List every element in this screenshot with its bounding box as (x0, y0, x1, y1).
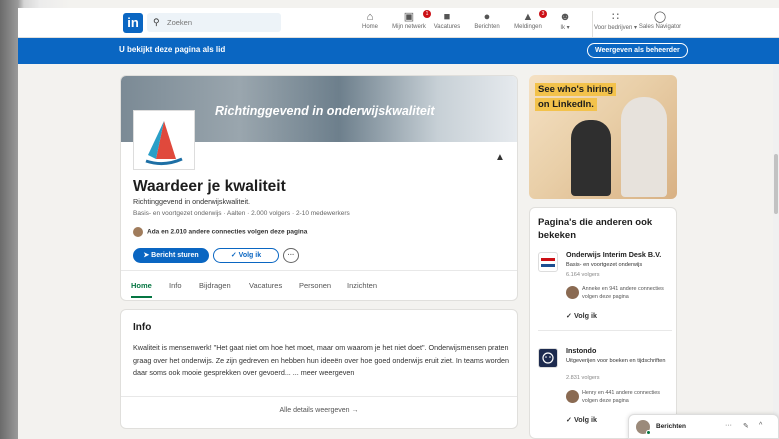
company-name[interactable]: Instondo (566, 346, 596, 355)
company-logo (133, 110, 195, 170)
view-as-admin-button[interactable]: Weergeven als beheerder (587, 43, 688, 58)
network-icon: ▣ 1 (390, 10, 431, 24)
nav-label: Home (361, 24, 378, 30)
page-title: Waardeer je kwaliteit (133, 178, 286, 195)
nav-sales-navigator[interactable]: ◯ Sales Navigator (638, 11, 682, 37)
chat-icon: ● (483, 11, 491, 23)
follower-count: 2.831 volgers (566, 375, 600, 381)
company-logo[interactable] (538, 348, 558, 368)
search-input[interactable] (167, 16, 277, 29)
cover-tagline: Richtinggevend in onderwijskwaliteit (215, 104, 435, 118)
bell-icon: ▲ 3 (512, 10, 547, 24)
sidebar-title: Pagina's die anderen ook bekeken (538, 217, 653, 241)
info-heading: Info (133, 322, 152, 333)
nav-network[interactable]: ▣ 1 Mijn netwerk (390, 10, 431, 37)
avatar (566, 390, 579, 403)
grid-icon: ∷ (612, 11, 619, 23)
company-tagline: Richtinggevend in onderwijskwaliteit. (133, 197, 251, 206)
show-all-details-link[interactable]: Alle details weergeven → (121, 396, 517, 424)
mutual-connections: Henry en 441 andere connecties volgen de… (566, 389, 672, 405)
face-logo-icon (542, 352, 554, 364)
messaging-label: Berichten (656, 423, 686, 430)
nav-messaging[interactable]: ● Berichten (472, 11, 502, 37)
global-nav: in ⚲ ⌂ Home ▣1 Mijn netwerk ■ Vacatures … (18, 8, 779, 38)
search-box[interactable]: ⚲ (147, 13, 281, 32)
sail-logo-icon (145, 121, 183, 166)
more-options-button[interactable]: ··· (283, 248, 299, 263)
nav-label: Sales Navigator (638, 24, 682, 30)
hiring-ad[interactable]: See who's hiring on LinkedIn. (529, 75, 677, 199)
nav-label: Berichten (474, 24, 500, 30)
ad-person-image (621, 97, 667, 197)
similar-pages-card: Pagina's die anderen ook bekeken Onderwi… (529, 207, 677, 439)
follower-count: 6.164 volgers (566, 272, 600, 278)
page-scrollbar[interactable] (773, 64, 779, 439)
online-status-icon (646, 430, 651, 435)
compose-icon[interactable]: ✎ (743, 422, 749, 430)
tab-people[interactable]: Personen (299, 281, 331, 290)
compass-icon: ◯ (653, 11, 667, 23)
info-card: Info Kwaliteit is mensenwerk! "Het gaat … (120, 309, 518, 429)
linkedin-logo-icon[interactable]: in (123, 13, 143, 33)
nav-home[interactable]: ⌂ Home (356, 11, 384, 37)
follow-button[interactable]: ✓ Volg ik (566, 311, 597, 320)
nav-label: Voor bedrijven ▾ (593, 25, 638, 31)
following-button[interactable]: ✓ Volg ik (213, 248, 279, 263)
company-meta: Basis- en voortgezet onderwijs · Aalten … (133, 210, 350, 217)
connections-text: Ada en 2.010 andere connecties volgen de… (147, 228, 308, 236)
mutual-connections: Anneke en 941 andere connecties volgen d… (566, 285, 672, 301)
me-avatar: ☻ (559, 11, 571, 23)
ad-person-image (571, 120, 611, 196)
company-name[interactable]: Onderwijs Interim Desk B.V. (566, 250, 661, 259)
notification-badge: 3 (539, 10, 547, 18)
chevron-up-icon[interactable]: ^ (759, 422, 762, 429)
mutual-text: Anneke en 941 andere connecties volgen d… (582, 286, 664, 300)
browser-viewport: in ⚲ ⌂ Home ▣1 Mijn netwerk ■ Vacatures … (18, 8, 779, 439)
list-item: Onderwijs Interim Desk B.V. Basis- en vo… (538, 250, 672, 340)
company-industry: Basis- en voortgezet onderwijs (566, 262, 643, 268)
admin-view-text: U bekijkt deze pagina als lid (119, 45, 226, 54)
home-icon: ⌂ (366, 11, 374, 23)
mutual-text: Henry en 441 andere connecties volgen de… (582, 390, 660, 404)
admin-view-bar: U bekijkt deze pagina als lid Weergeven … (18, 38, 779, 64)
briefcase-icon: ■ (443, 11, 451, 23)
company-top-card: Richtinggevend in onderwijskwaliteit ▲ W… (120, 75, 518, 301)
nav-label: Mijn netwerk (392, 24, 426, 30)
nav-label: Ik ▾ (560, 25, 570, 31)
ad-subline: on LinkedIn. (535, 98, 597, 111)
tab-info[interactable]: Info (169, 281, 182, 290)
tab-posts[interactable]: Bijdragen (199, 281, 231, 290)
company-logo[interactable] (538, 252, 558, 272)
search-icon: ⚲ (153, 17, 160, 27)
tab-jobs[interactable]: Vacatures (249, 281, 282, 290)
nav-jobs[interactable]: ■ Vacatures (432, 11, 462, 37)
messaging-overlay[interactable]: Berichten ··· ✎ ^ (628, 414, 779, 439)
info-text: Kwaliteit is mensenwerk! "Het gaat niet … (133, 343, 509, 377)
more-icon[interactable]: ··· (725, 422, 732, 429)
scrollbar-thumb[interactable] (774, 154, 778, 214)
divider (538, 330, 672, 331)
tab-home[interactable]: Home (131, 281, 152, 298)
nav-label: Meldingen (514, 24, 542, 30)
ad-headline: See who's hiring (535, 83, 617, 96)
tab-insights[interactable]: Inzichten (347, 281, 377, 290)
follow-button[interactable]: ✓ Volg ik (566, 415, 597, 424)
nav-me[interactable]: ☻ Ik ▾ (555, 11, 575, 37)
notification-badge: 1 (423, 10, 431, 18)
send-message-button[interactable]: ➤ Bericht sturen (133, 248, 209, 263)
nav-for-business[interactable]: ∷ Voor bedrijven ▾ (592, 11, 638, 37)
avatar (133, 227, 143, 237)
flag-logo-icon (541, 258, 555, 267)
nav-label: Vacatures (433, 24, 461, 30)
avatar (566, 286, 579, 299)
page-tabs: Home Info Bijdragen Vacatures Personen I… (121, 270, 517, 300)
company-industry: Uitgeverijen voor boeken en tijdschrifte… (566, 358, 666, 364)
connections-follow[interactable]: Ada en 2.010 andere connecties volgen de… (133, 227, 307, 237)
nav-notifications[interactable]: ▲ 3 Meldingen (512, 10, 547, 37)
notification-bell-icon[interactable]: ▲ (495, 152, 505, 163)
